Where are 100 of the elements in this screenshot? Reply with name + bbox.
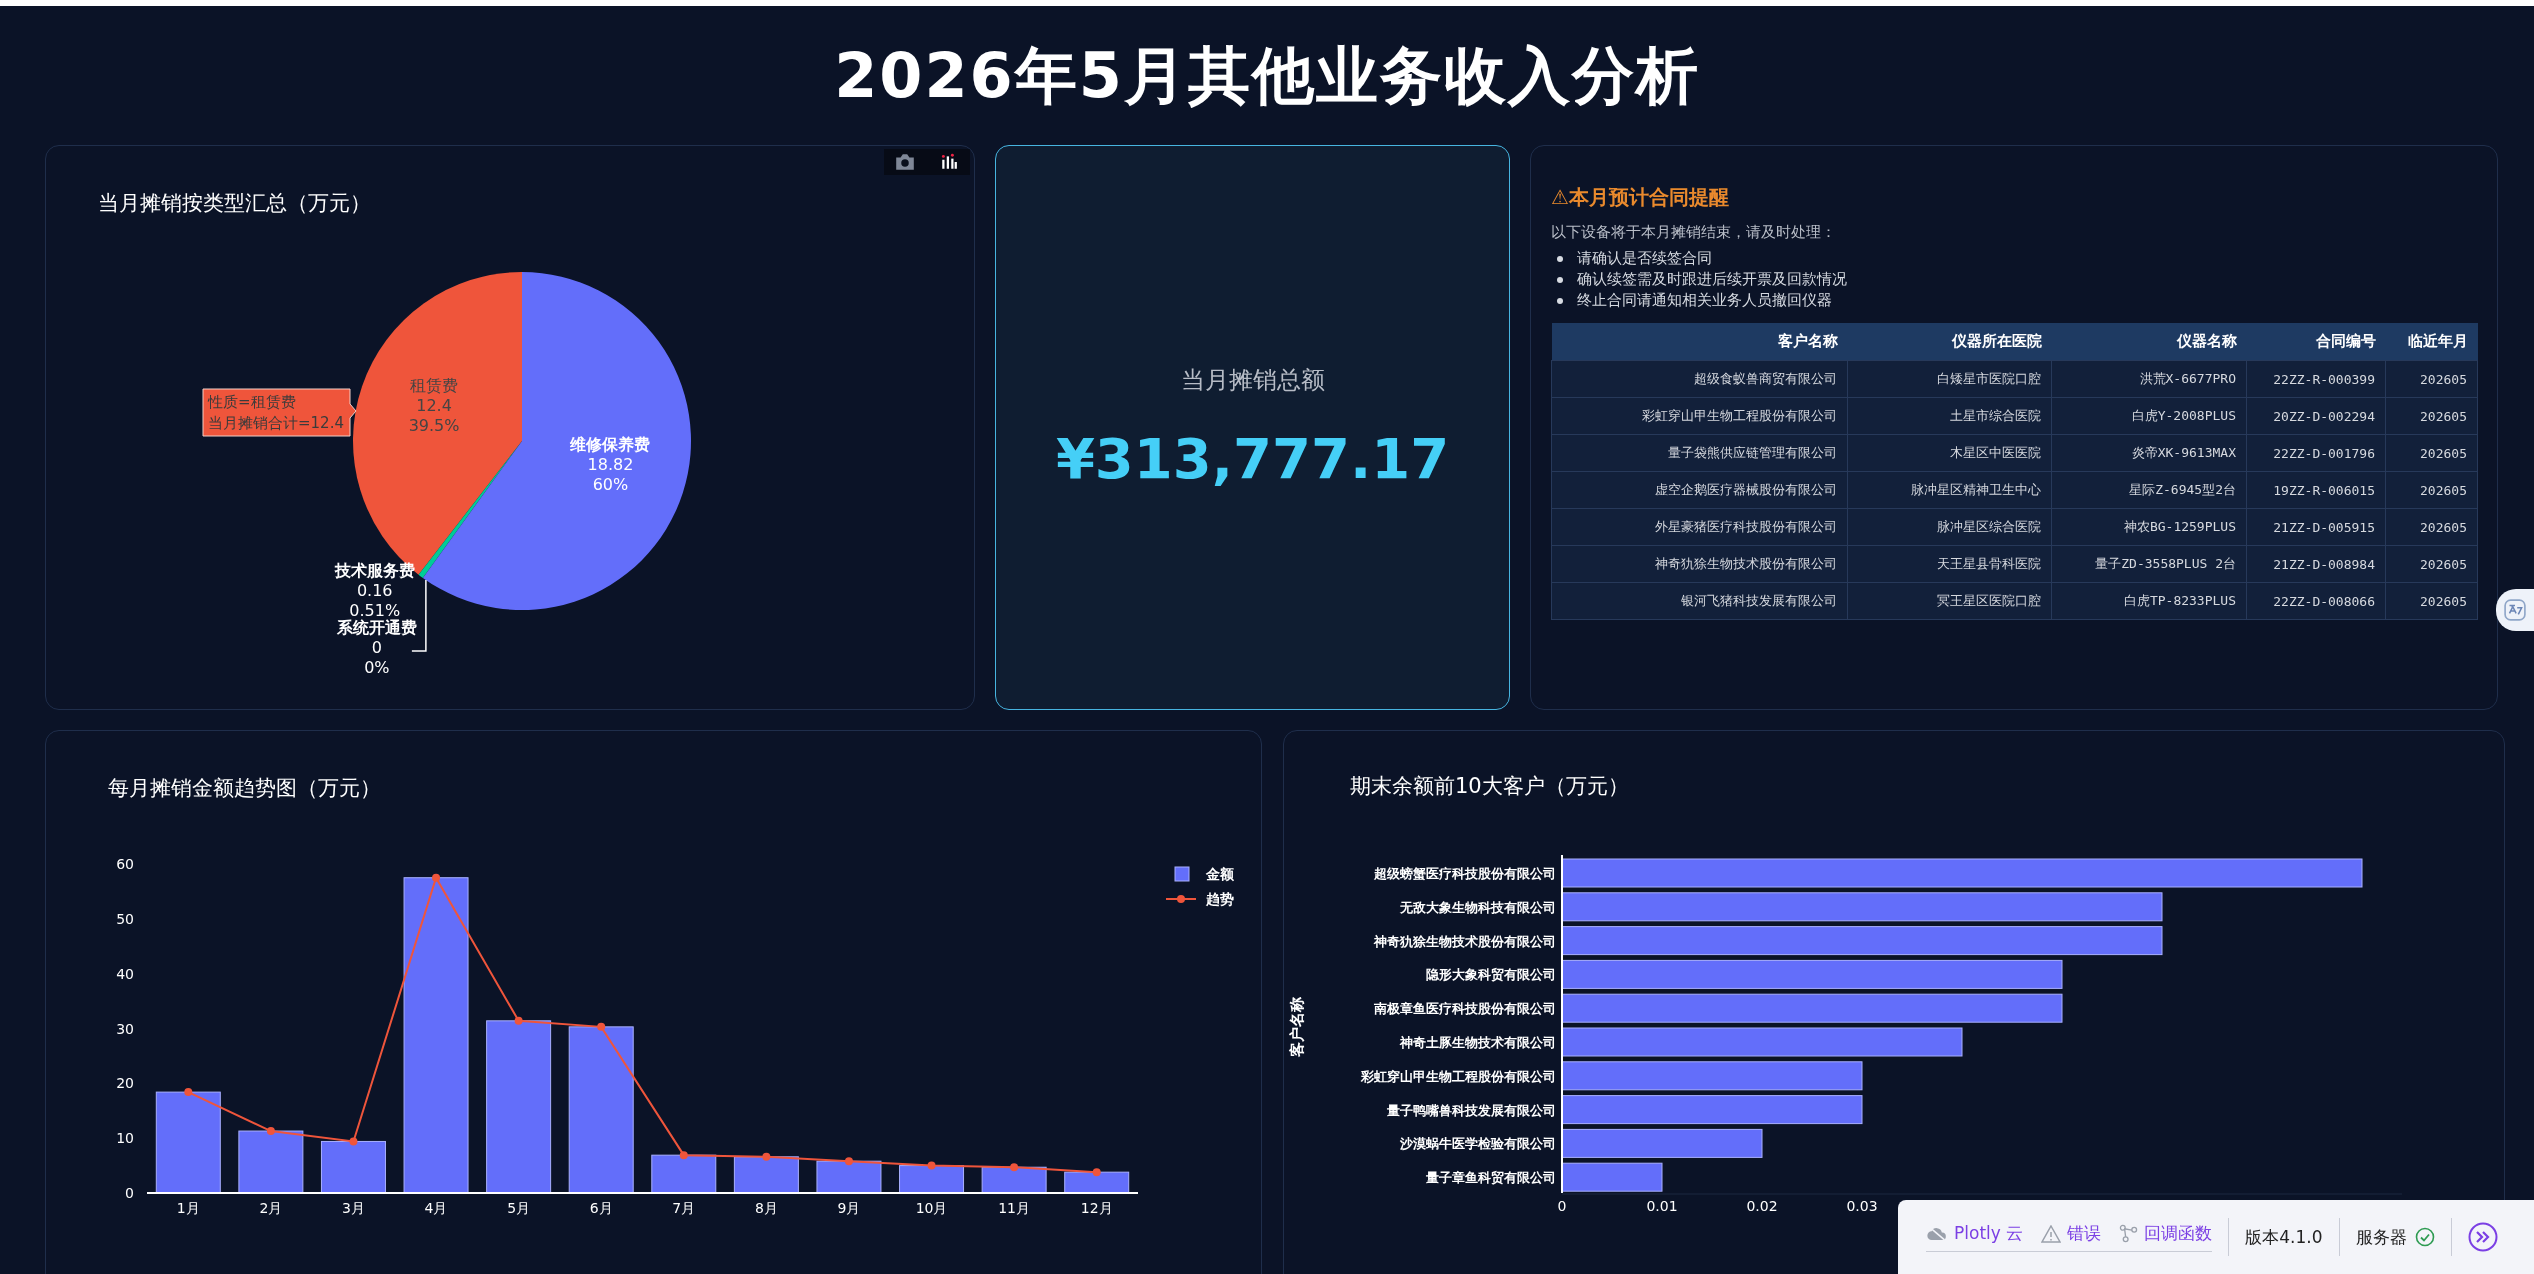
graph-nodes-icon <box>2119 1224 2139 1243</box>
check-icon <box>2414 1227 2435 1247</box>
bar[interactable] <box>1561 959 2063 989</box>
trend-line[interactable] <box>184 873 1101 1177</box>
table-cell: 21ZZ-D-005915 <box>2246 508 2386 546</box>
axis-tick-label: 8月 <box>754 1200 778 1216</box>
bar[interactable] <box>1561 926 2163 956</box>
axis-tick-label: 0.03 <box>1846 1198 1878 1214</box>
point <box>266 1127 275 1136</box>
point <box>762 1152 771 1161</box>
table-cell: 22ZZ-D-001796 <box>2246 434 2386 472</box>
axis-tick-label: 40 <box>116 965 134 982</box>
point <box>184 1088 193 1097</box>
point <box>349 1137 358 1146</box>
bar[interactable] <box>651 1154 717 1194</box>
axis-tick-label: 6月 <box>589 1200 613 1216</box>
double-chevron-icon <box>2467 1222 2498 1252</box>
bar[interactable] <box>238 1130 304 1194</box>
axis-tick-label: 隐形大象科贸有限公司 <box>1426 967 1556 983</box>
chart-title: 每月摊销金额趋势图（万元） <box>108 776 381 800</box>
version-label: 版本4.1.0 <box>2245 1225 2323 1249</box>
bullet-item: 确认续签需及时跟进后续开票及回款情况 <box>1551 269 2477 290</box>
column-header: 临近年月 <box>2385 323 2478 361</box>
legend-label[interactable]: 趋势 <box>1206 891 1234 907</box>
callbacks-link[interactable]: 回调函数 <box>2119 1222 2213 1245</box>
axis-tick-label: 7月 <box>672 1200 696 1216</box>
axis-tick-label: 30 <box>116 1020 134 1037</box>
slice-label: 技术服务费 0.16 0.51% <box>334 561 415 620</box>
point <box>432 873 441 882</box>
legend-line-icon[interactable] <box>1165 895 1197 903</box>
kpi-value: ¥313,777.17 <box>1055 426 1450 491</box>
legend-swatch[interactable] <box>1174 866 1190 882</box>
axis-tick-label: 超级螃蟹医疗科技股份有限公司 <box>1374 866 1556 881</box>
axis-tick-label: 彩虹穿山甲生物工程股份有限公司 <box>1361 1068 1556 1084</box>
axis-tick-label: 1月 <box>176 1200 200 1216</box>
table-cell: 脉冲星区精神卫生中心 <box>1847 471 2052 509</box>
axis-tick-label: 沙漠蜗牛医学检验有限公司 <box>1400 1136 1556 1152</box>
axis-tick-label: 神奇犰狳生物技术股份有限公司 <box>1374 933 1556 949</box>
axis-tick-label: 南极章鱼医疗科技股份有限公司 <box>1374 1001 1556 1017</box>
axis-tick-label: 无敌大象生物科技有限公司 <box>1400 899 1556 915</box>
axis-tick-label: 2月 <box>259 1200 283 1216</box>
kpi-label: 当月摊销总额 <box>1180 365 1325 396</box>
axis-tick-label: 量子章鱼科贸有限公司 <box>1426 1170 1556 1186</box>
table-cell: 脉冲星区综合医院 <box>1847 508 2052 546</box>
table-cell: 21ZZ-D-008984 <box>2246 545 2386 583</box>
table-cell: 量子袋熊供应链管理有限公司 <box>1551 434 1848 472</box>
table-cell: 202605 <box>2385 397 2478 435</box>
table-cell: 冥王星区医院口腔 <box>1847 582 2052 620</box>
point <box>927 1161 936 1170</box>
server-status[interactable]: 服务器 <box>2355 1225 2435 1249</box>
axis-tick-label: 10 <box>116 1130 134 1147</box>
axis-tick-label: 10月 <box>915 1200 948 1216</box>
table-cell: 量子ZD-3558PLUS 2台 <box>2051 545 2247 583</box>
table-cell: 神奇犰狳生物技术股份有限公司 <box>1551 545 1848 583</box>
table-cell: 彩虹穿山甲生物工程股份有限公司 <box>1551 397 1848 435</box>
bar[interactable] <box>816 1160 882 1194</box>
dashboard-title: 2026年5月其他业务收入分析 <box>833 37 1701 114</box>
table-cell: 202605 <box>2385 471 2478 509</box>
axis-tick-label: 3月 <box>342 1200 365 1216</box>
table-cell: 银河飞猪科技发展有限公司 <box>1551 582 1848 620</box>
point <box>1092 1168 1101 1177</box>
table-cell: 土星市综合医院 <box>1847 397 2052 435</box>
table-cell: 白矮星市医院口腔 <box>1847 360 2052 398</box>
bar[interactable] <box>1561 1128 1763 1158</box>
table-cell: 白虎TP-8233PLUS <box>2051 582 2247 620</box>
axis-tick-label: 12月 <box>1080 1200 1113 1216</box>
table-cell: 洪荒X-6677PRO <box>2051 360 2247 398</box>
column-header: 仪器名称 <box>2051 323 2247 361</box>
point <box>679 1151 688 1160</box>
table-cell: 木星区中医医院 <box>1847 434 2052 472</box>
table-cell: 19ZZ-R-006015 <box>2246 471 2386 509</box>
axis-tick-label: 神奇土豚生物技术有限公司 <box>1400 1035 1556 1050</box>
legend-label[interactable]: 金额 <box>1206 866 1234 882</box>
table-cell: 天王星县骨科医院 <box>1847 545 2052 583</box>
errors-link[interactable]: 错误 <box>2041 1222 2102 1245</box>
cloud-link[interactable]: Plotly 云 <box>1926 1222 2024 1245</box>
axis-tick-label: 0 <box>125 1185 134 1201</box>
slice-label: 租赁费 12.4 39.5% <box>408 375 460 435</box>
axis-title: 客户名称 <box>1288 997 1306 1057</box>
axis-tick-label: 0.01 <box>1646 1198 1678 1214</box>
point <box>1010 1163 1019 1172</box>
camera-icon[interactable] <box>894 153 916 171</box>
collapse-button[interactable] <box>2467 1222 2498 1252</box>
table-cell: 20ZZ-D-002294 <box>2246 397 2386 435</box>
translate-button[interactable] <box>2496 589 2534 631</box>
warning-icon <box>2041 1224 2062 1243</box>
table-cell: 22ZZ-R-000399 <box>2246 360 2386 398</box>
bar[interactable] <box>981 1166 1047 1194</box>
bar[interactable] <box>1561 1095 1863 1125</box>
table-cell: 202605 <box>2385 360 2478 398</box>
table-cell: 星际Z-6945型2台 <box>2051 471 2247 509</box>
slice-label: 系统开通费 0 0% <box>336 618 417 677</box>
bar[interactable] <box>320 1140 386 1194</box>
table-cell: 神农BG-1259PLUS <box>2051 508 2247 546</box>
axis-tick-label: 9月 <box>837 1200 861 1216</box>
axis-tick-label: 量子鸭嘴兽科技发展有限公司 <box>1387 1102 1556 1118</box>
column-header: 仪器所在医院 <box>1847 323 2052 361</box>
point <box>514 1016 523 1025</box>
axis-tick-label: 60 <box>116 856 134 872</box>
slice-label: 维修保养费 18.82 60% <box>570 434 651 494</box>
